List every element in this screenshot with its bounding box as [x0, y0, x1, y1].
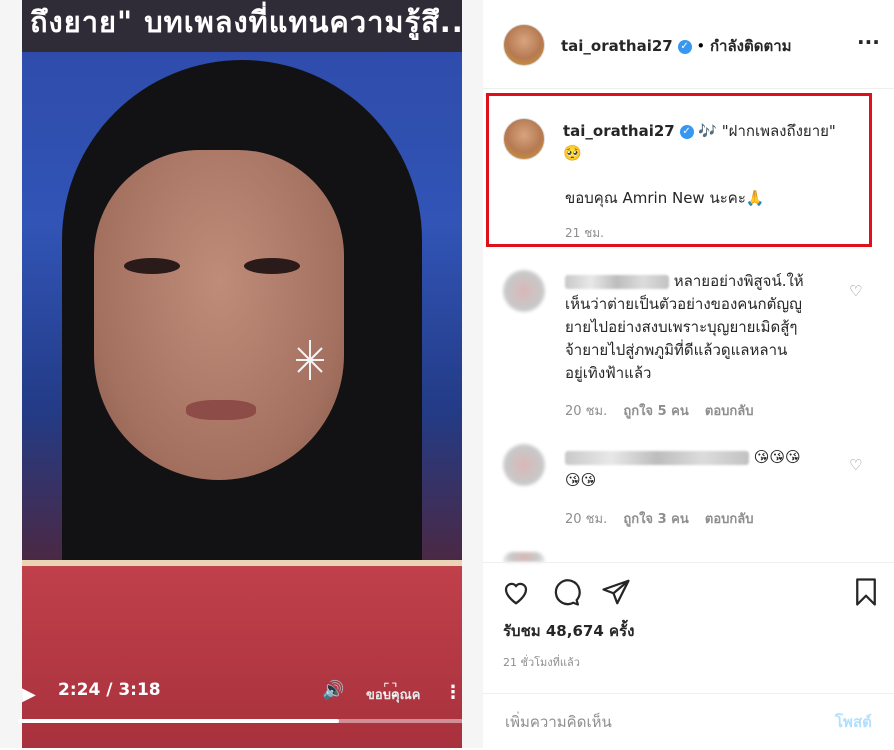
play-icon[interactable]: ▶	[22, 684, 36, 705]
comment-username-blurred[interactable]	[565, 274, 669, 289]
add-comment-input[interactable]	[503, 708, 817, 736]
comment-reply-button[interactable]: ตอบกลับ	[705, 512, 754, 527]
earring-graphic	[296, 340, 324, 380]
post-actions: รับชม 48,674 ครั้ง 21 ชั่วโมงที่แล้ว โพส…	[483, 562, 894, 749]
header-username[interactable]: tai_orathai27	[561, 37, 673, 55]
comment-meta: 20 ชม. ถูกใจ 5 คน ตอบกลับ	[565, 400, 753, 421]
comment-like-heart-icon[interactable]: ♡	[849, 282, 862, 300]
music-emoji-icon: 🎶	[698, 122, 717, 140]
comment-icon[interactable]	[551, 577, 581, 607]
more-vertical-icon[interactable]: ⋮	[444, 682, 462, 703]
comment-line: 😘😘😘	[753, 448, 801, 466]
video-caption-overlay: ถึงยาย" บทเพลงที่แทนความรู้สึ...	[30, 5, 462, 39]
comment-line: อยู่เทิงฟ้าแล้ว	[565, 364, 652, 382]
video-frame[interactable]: ถึงยาย" บทเพลงที่แทนความรู้สึ...	[22, 0, 462, 748]
comment-item-2: 😘😘😘 😘😘	[565, 446, 855, 492]
video-subject-face	[94, 150, 344, 480]
video-progress-bar[interactable]	[18, 719, 464, 723]
header-user-line: tai_orathai27 ✓ • กำลังติดตาม	[561, 34, 792, 58]
avatar[interactable]	[503, 24, 545, 66]
volume-icon[interactable]: 🔊	[322, 680, 344, 701]
add-comment-bar: โพสต์	[483, 693, 894, 750]
comment-line: 😘😘	[565, 471, 597, 489]
header-separator: •	[696, 37, 706, 55]
comment-time[interactable]: 20 ชม.	[565, 512, 607, 527]
comment-avatar[interactable]	[503, 552, 545, 562]
verified-badge-icon: ✓	[679, 124, 694, 139]
comment-avatar[interactable]	[503, 444, 545, 486]
video-caption-strip: ถึงยาย" บทเพลงที่แทนความรู้สึ...	[22, 0, 462, 52]
video-player[interactable]: ถึงยาย" บทเพลงที่แทนความรู้สึ... ▶ 2:24 …	[0, 0, 483, 748]
video-subject-left-eye	[124, 258, 180, 274]
video-progress-fill	[18, 719, 340, 723]
heart-icon[interactable]	[501, 577, 531, 607]
bookmark-icon[interactable]	[851, 577, 881, 607]
video-time: 2:24 / 3:18	[58, 680, 161, 700]
post-header: tai_orathai27 ✓ • กำลังติดตาม ···	[483, 0, 894, 89]
follow-status-button[interactable]: กำลังติดตาม	[710, 37, 792, 55]
posted-time[interactable]: 21 ชั่วโมงที่แล้ว	[503, 653, 580, 671]
more-options-icon[interactable]: ···	[857, 30, 880, 54]
caption-username[interactable]: tai_orathai27	[563, 122, 675, 140]
caption-title: "ฝากเพลงถึงยาย"	[721, 122, 836, 140]
comment-time[interactable]: 20 ชม.	[565, 404, 607, 419]
verified-badge-icon: ✓	[677, 39, 692, 54]
view-count[interactable]: รับชม 48,674 ครั้ง	[503, 619, 634, 643]
comment-meta: 20 ชม. ถูกใจ 3 คน ตอบกลับ	[565, 508, 753, 529]
caption-thanks: ขอบคุณ Amrin New นะคะ🙏	[565, 189, 765, 207]
post-button[interactable]: โพสต์	[835, 710, 872, 734]
comment-like-heart-icon[interactable]: ♡	[849, 456, 862, 474]
comment-line: หลายอย่างพิสูจน์.ให้	[673, 272, 804, 290]
comment-line: จ้ายายไปสู่ภพภูมิที่ดีแล้วดูแลหลาน	[565, 341, 788, 359]
comment-item-1: หลายอย่างพิสูจน์.ให้ เห็นว่าต่ายเป็นตัวอ…	[565, 270, 855, 385]
caption-timestamp[interactable]: 21 ชม.	[565, 224, 604, 243]
comment-avatar[interactable]	[503, 270, 545, 312]
comment-reply-button[interactable]: ตอบกลับ	[705, 404, 754, 419]
caption-first-line: tai_orathai27 ✓ 🎶 "ฝากเพลงถึงยาย" 🥺	[563, 120, 863, 164]
comment-username-blurred[interactable]	[565, 450, 749, 465]
video-subject-mouth	[186, 400, 256, 420]
comment-line: เห็นว่าต่ายเป็นตัวอย่างของคนกตัญญู	[565, 295, 802, 313]
post-panel: tai_orathai27 ✓ • กำลังติดตาม ··· tai_or…	[483, 0, 894, 748]
pleading-face-emoji-icon: 🥺	[563, 144, 582, 162]
caption-highlight-box	[486, 93, 872, 247]
video-subject-right-eye	[244, 258, 300, 274]
share-icon[interactable]	[601, 577, 631, 607]
comment-likes[interactable]: ถูกใจ 3 คน	[623, 512, 688, 527]
comment-line: ยายไปอย่างสงบเพราะบุญยายเมิดสู้ๆ	[565, 318, 798, 336]
comment-likes[interactable]: ถูกใจ 5 คน	[623, 404, 688, 419]
fullscreen-icon[interactable]: ⛶	[384, 680, 397, 701]
caption-avatar[interactable]	[503, 118, 545, 160]
